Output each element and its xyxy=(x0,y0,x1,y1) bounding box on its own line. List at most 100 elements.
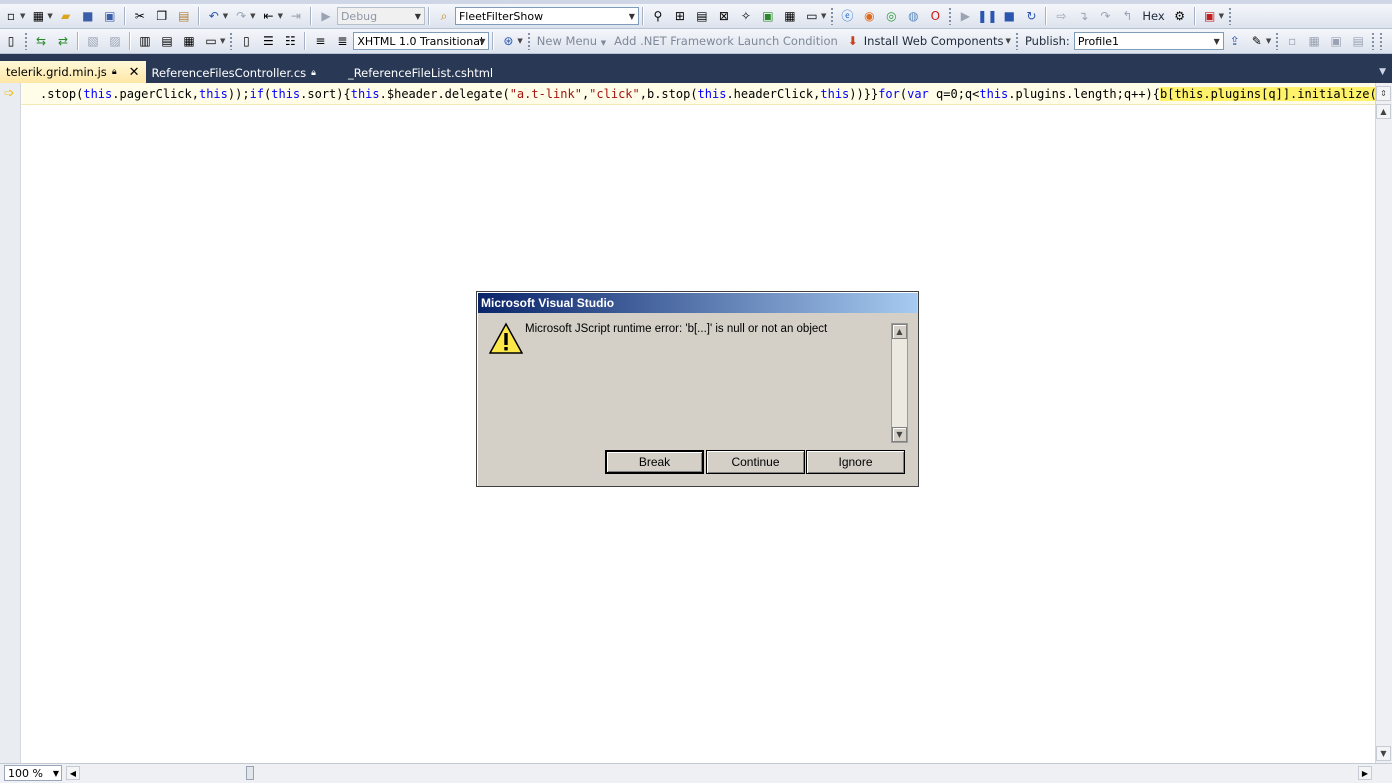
toolbar-grip[interactable] xyxy=(1275,32,1280,50)
scroll-down-button[interactable]: ▼ xyxy=(892,427,907,442)
step-out-icon[interactable]: ↰ xyxy=(1119,8,1135,24)
doctype-combo[interactable]: XHTML 1.0 Transitional ▼ xyxy=(353,32,490,50)
ignore-button[interactable]: Ignore xyxy=(806,450,905,474)
undo-icon[interactable]: ↶ xyxy=(206,8,222,24)
publish-profile-combo[interactable]: Profile1 ▼ xyxy=(1073,32,1224,50)
indicator-margin[interactable]: ➩ xyxy=(0,83,21,763)
add-launch-condition-button[interactable]: Add .NET Framework Launch Condition xyxy=(614,34,838,48)
start-page-icon[interactable]: ▣ xyxy=(760,8,776,24)
toolbar-grip[interactable] xyxy=(229,32,234,50)
scroll-right-button[interactable]: ▶ xyxy=(1358,766,1372,780)
navigate-forward-icon[interactable]: ⇥ xyxy=(288,8,304,24)
solution-explorer-icon[interactable]: ⊞ xyxy=(672,8,688,24)
design-view-icon[interactable]: ▥ xyxy=(137,33,153,49)
view-options-dropdown[interactable]: ▼ xyxy=(220,37,225,45)
redo-icon[interactable]: ↷ xyxy=(233,8,249,24)
refactor-icon[interactable]: ⇆ xyxy=(33,33,49,49)
undo-dropdown[interactable]: ▼ xyxy=(223,12,228,20)
break-all-icon[interactable]: ❚❚ xyxy=(977,8,997,24)
toolbox-icon[interactable]: ✧ xyxy=(738,8,754,24)
find-in-files-icon[interactable]: ⌕ xyxy=(436,8,452,24)
validation-dropdown[interactable]: ▼ xyxy=(517,37,522,45)
publish-web-icon[interactable]: ⇪ xyxy=(1227,33,1243,49)
new-menu-button[interactable]: New Menu ▼ xyxy=(537,34,606,48)
firefox-icon[interactable]: ◉ xyxy=(861,8,877,24)
chevron-down-icon[interactable]: ▼ xyxy=(1379,67,1386,77)
schema-icon[interactable]: ▤ xyxy=(1350,33,1366,49)
toolbar-grip[interactable] xyxy=(1371,32,1376,50)
validation-icon[interactable]: ⊛ xyxy=(500,33,516,49)
toolbar-grip[interactable] xyxy=(1228,7,1233,25)
code-line[interactable]: .stop(this.pagerClick,this));if(this.sor… xyxy=(40,87,1376,101)
stop-debugging-icon[interactable]: ■ xyxy=(1001,8,1017,24)
breakpoints-icon[interactable]: ⚙ xyxy=(1172,8,1188,24)
edit-profile-icon[interactable]: ✎ xyxy=(1249,33,1265,49)
horizontal-scroll-thumb[interactable] xyxy=(246,766,254,780)
expand-icon[interactable]: ≣ xyxy=(334,33,350,49)
toolbar-grip[interactable] xyxy=(1014,32,1019,50)
split-view-icon[interactable]: ▤ xyxy=(159,33,175,49)
chrome-icon[interactable]: ◎ xyxy=(883,8,899,24)
source-view-icon[interactable]: ▦ xyxy=(181,33,197,49)
edit-profile-dropdown[interactable]: ▼ xyxy=(1266,37,1271,45)
find-combo[interactable]: FleetFilterShow ▼ xyxy=(454,7,639,25)
safari-icon[interactable]: ◍ xyxy=(905,8,921,24)
open-file-icon[interactable]: ▰ xyxy=(58,8,74,24)
tab-reference-files-controller[interactable]: ReferenceFilesController.cs 🔒︎ xyxy=(146,62,322,83)
toolbar-grip[interactable] xyxy=(948,7,953,25)
object-browser-icon[interactable]: ⊠ xyxy=(716,8,732,24)
continue-debug-icon[interactable]: ▶ xyxy=(957,8,973,24)
hex-toggle-button[interactable]: Hex xyxy=(1142,9,1164,23)
document-icon[interactable]: ▯ xyxy=(3,33,19,49)
uncomment-icon[interactable]: ▨ xyxy=(107,33,123,49)
save-icon[interactable]: ■ xyxy=(80,8,96,24)
start-debugging-icon[interactable]: ▶ xyxy=(318,8,334,24)
tab-telerik-grid-min-js[interactable]: telerik.grid.min.js 🔒︎ ✕ xyxy=(0,61,146,83)
break-button[interactable]: Break xyxy=(605,450,704,474)
command-window-icon[interactable]: ▭ xyxy=(804,8,820,24)
step-into-icon[interactable]: ↴ xyxy=(1075,8,1091,24)
comment-icon[interactable]: ▧ xyxy=(85,33,101,49)
outline-icon[interactable]: ▯ xyxy=(238,33,254,49)
solution-configuration-combo[interactable]: Debug ▼ xyxy=(336,7,425,25)
toolbar-grip[interactable] xyxy=(1379,32,1384,50)
scroll-up-button[interactable]: ▲ xyxy=(1376,104,1391,119)
add-item-icon[interactable]: ▦ xyxy=(30,8,46,24)
view-options-icon[interactable]: ▭ xyxy=(203,33,219,49)
outdent-icon[interactable]: ☷ xyxy=(282,33,298,49)
close-icon[interactable]: ✕ xyxy=(129,65,140,80)
save-all-icon[interactable]: ▣ xyxy=(102,8,118,24)
opera-icon[interactable]: O xyxy=(927,8,943,24)
new-project-icon[interactable]: ▫ xyxy=(3,8,19,24)
new-project-dropdown[interactable]: ▼ xyxy=(20,12,25,20)
navigate-backward-icon[interactable]: ⇤ xyxy=(261,8,277,24)
split-handle-icon[interactable]: ⇕ xyxy=(1376,86,1391,101)
message-scrollbar[interactable]: ▲ ▼ xyxy=(891,323,908,443)
step-over-icon[interactable]: ↷ xyxy=(1097,8,1113,24)
scroll-up-button[interactable]: ▲ xyxy=(892,324,907,339)
scroll-down-button[interactable]: ▼ xyxy=(1376,746,1391,761)
format-icon[interactable]: ⇄ xyxy=(55,33,71,49)
paste-icon[interactable]: ▤ xyxy=(176,8,192,24)
toolbar-grip[interactable] xyxy=(24,32,28,50)
restart-icon[interactable]: ↻ xyxy=(1023,8,1039,24)
table-icon[interactable]: ▦ xyxy=(1306,33,1322,49)
copy-icon[interactable]: ❐ xyxy=(154,8,170,24)
database-icon[interactable]: ▣ xyxy=(1328,33,1344,49)
internet-explorer-icon[interactable]: ⓔ xyxy=(839,8,855,24)
indent-icon[interactable]: ☰ xyxy=(260,33,276,49)
windows-dropdown[interactable]: ▼ xyxy=(1219,12,1224,20)
collapse-icon[interactable]: ≡ xyxy=(312,33,328,49)
toolbar-grip[interactable] xyxy=(830,7,835,25)
cut-icon[interactable]: ✂ xyxy=(132,8,148,24)
windows-icon[interactable]: ▣ xyxy=(1202,8,1218,24)
navigate-dropdown[interactable]: ▼ xyxy=(278,12,283,20)
extension-manager-icon[interactable]: ▦ xyxy=(782,8,798,24)
find-icon[interactable]: ⚲ xyxy=(650,8,666,24)
properties-icon[interactable]: ▤ xyxy=(694,8,710,24)
layout-icon[interactable]: ▫ xyxy=(1284,33,1300,49)
install-web-components-button[interactable]: Install Web Components xyxy=(864,34,1004,48)
install-dropdown[interactable]: ▼ xyxy=(1006,37,1011,45)
continue-button[interactable]: Continue xyxy=(706,450,805,474)
redo-dropdown[interactable]: ▼ xyxy=(250,12,255,20)
